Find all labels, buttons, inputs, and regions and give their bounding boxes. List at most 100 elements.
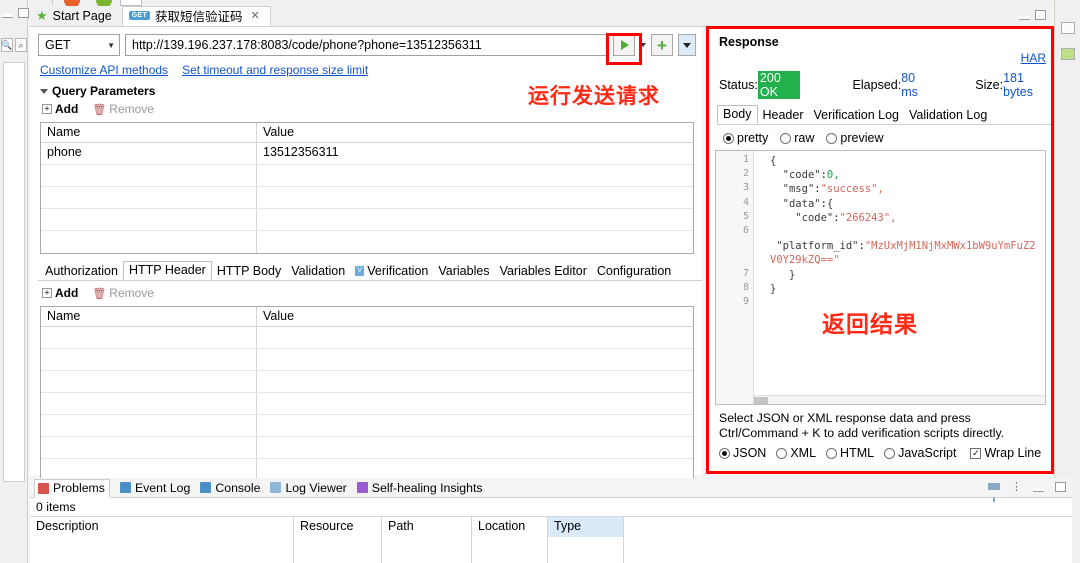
- cell-value[interactable]: [257, 437, 693, 458]
- menu-icon[interactable]: ⋮: [1011, 480, 1022, 493]
- table-row[interactable]: [41, 165, 693, 187]
- cell-name[interactable]: [41, 437, 257, 458]
- cell-name[interactable]: [41, 209, 257, 230]
- table-row[interactable]: phone 13512356311: [41, 143, 693, 165]
- link-set-timeout[interactable]: Set timeout and response size limit: [182, 63, 368, 77]
- table-row[interactable]: [41, 349, 693, 371]
- maximize-icon[interactable]: [1035, 10, 1046, 20]
- tab-body[interactable]: Body: [717, 105, 758, 124]
- minimize-icon[interactable]: [1033, 488, 1044, 492]
- cell-name[interactable]: [41, 231, 257, 253]
- radio-xml[interactable]: XML: [776, 446, 816, 460]
- cell-name[interactable]: phone: [41, 143, 257, 164]
- send-request-button[interactable]: [613, 34, 635, 56]
- column-header-path[interactable]: Path: [382, 517, 472, 537]
- add-query-param-button[interactable]: + Add: [42, 102, 78, 116]
- add-header-button[interactable]: + Add: [42, 286, 78, 300]
- tab-configuration[interactable]: Configuration: [592, 263, 676, 280]
- minimize-icon[interactable]: [1019, 16, 1030, 20]
- column-header-value[interactable]: Value: [257, 123, 693, 142]
- response-json-content[interactable]: { "code":0, "msg":"success", "data":{ "c…: [764, 151, 1045, 404]
- tab-verification-log[interactable]: Verification Log: [809, 107, 904, 124]
- cell-name[interactable]: [41, 187, 257, 208]
- minimize-icon[interactable]: [2, 14, 13, 18]
- table-row[interactable]: [41, 393, 693, 415]
- radio-preview[interactable]: preview: [826, 131, 883, 145]
- http-method-select[interactable]: GET ▼: [38, 34, 120, 56]
- cell-name[interactable]: [41, 393, 257, 414]
- column-header-type[interactable]: Type: [548, 517, 624, 537]
- radio-html[interactable]: HTML: [826, 446, 874, 460]
- cell-name[interactable]: [41, 415, 257, 436]
- close-icon[interactable]: ✕: [251, 9, 260, 22]
- radio-json[interactable]: JSON: [719, 446, 766, 460]
- scrollbar-thumb[interactable]: [754, 397, 768, 404]
- cell-value[interactable]: [257, 187, 693, 208]
- tab-self-healing-insights[interactable]: Self-healing Insights: [357, 481, 483, 495]
- column-header-description[interactable]: Description: [30, 517, 294, 537]
- table-row[interactable]: [41, 187, 693, 209]
- battery-icon[interactable]: [1061, 48, 1075, 60]
- tab-validation-log[interactable]: Validation Log: [904, 107, 992, 124]
- tab-http-body[interactable]: HTTP Body: [212, 263, 286, 280]
- radio-javascript[interactable]: JavaScript: [884, 446, 956, 460]
- link-customize-api-methods[interactable]: Customize API methods: [40, 63, 168, 77]
- cell-value[interactable]: 13512356311: [257, 143, 693, 164]
- cell-name[interactable]: [41, 371, 257, 392]
- filter-icon[interactable]: [988, 483, 1000, 490]
- tab-http-header[interactable]: HTTP Header: [123, 261, 212, 280]
- tab-problems[interactable]: Problems: [34, 479, 110, 498]
- tab-validation[interactable]: Validation: [286, 263, 350, 280]
- column-header-name[interactable]: Name: [41, 123, 257, 142]
- table-row[interactable]: [41, 437, 693, 459]
- cell-name[interactable]: [41, 327, 257, 348]
- tab-header[interactable]: Header: [758, 107, 809, 124]
- table-row[interactable]: [41, 371, 693, 393]
- maximize-icon[interactable]: [18, 8, 29, 18]
- tab-get-sms-code[interactable]: GET 获取短信验证码 ✕: [122, 6, 271, 26]
- tab-variables[interactable]: Variables: [433, 263, 494, 280]
- cell-value[interactable]: [257, 165, 693, 186]
- tab-log-viewer[interactable]: Log Viewer: [270, 481, 346, 495]
- checkbox-wrap-line[interactable]: ✓ Wrap Line: [970, 446, 1041, 460]
- copy-icon[interactable]: [1061, 22, 1075, 34]
- column-header-location[interactable]: Location: [472, 517, 548, 537]
- tab-start-page[interactable]: ★ Start Page: [30, 6, 122, 26]
- radio-raw[interactable]: raw: [780, 131, 814, 145]
- horizontal-scrollbar[interactable]: [754, 395, 1045, 404]
- send-options-chevron-icon[interactable]: [640, 43, 646, 47]
- table-row[interactable]: [41, 415, 693, 437]
- har-link[interactable]: HAR: [1021, 51, 1046, 65]
- zoom-search-icon[interactable]: ⌕: [15, 38, 27, 52]
- column-header-value[interactable]: Value: [257, 307, 693, 326]
- left-panel-tool-icons[interactable]: 🔍 ⌕: [1, 38, 27, 52]
- remove-query-param-button[interactable]: 🗑 Remove: [92, 102, 154, 116]
- url-input[interactable]: http://139.196.237.178:8083/code/phone?p…: [125, 34, 608, 56]
- table-row[interactable]: [41, 209, 693, 231]
- radio-pretty[interactable]: pretty: [723, 131, 768, 145]
- cell-value[interactable]: [257, 349, 693, 370]
- tab-authorization[interactable]: Authorization: [40, 263, 123, 280]
- response-body-editor[interactable]: 1 2 3 4 5 6 7 8 9 { "code":0, "msg":"suc…: [715, 150, 1046, 405]
- column-header-resource[interactable]: Resource: [294, 517, 382, 537]
- add-request-button[interactable]: +: [651, 34, 673, 56]
- maximize-icon[interactable]: [1055, 482, 1066, 492]
- cell-value[interactable]: [257, 371, 693, 392]
- cell-value[interactable]: [257, 209, 693, 230]
- cell-value[interactable]: [257, 231, 693, 253]
- cell-name[interactable]: [41, 349, 257, 370]
- add-options-dropdown[interactable]: [678, 34, 696, 56]
- search-icon[interactable]: 🔍: [1, 38, 13, 52]
- cell-value[interactable]: [257, 327, 693, 348]
- editor-window-buttons[interactable]: [1019, 10, 1046, 20]
- table-row[interactable]: [41, 327, 693, 349]
- cell-value[interactable]: [257, 415, 693, 436]
- remove-header-button[interactable]: 🗑 Remove: [92, 286, 154, 300]
- tab-verification[interactable]: V Verification: [350, 263, 433, 280]
- tab-console[interactable]: Console: [200, 481, 260, 495]
- left-panel-window-buttons[interactable]: [2, 8, 29, 18]
- tab-event-log[interactable]: Event Log: [120, 481, 190, 495]
- cell-name[interactable]: [41, 165, 257, 186]
- tab-variables-editor[interactable]: Variables Editor: [495, 263, 592, 280]
- cell-value[interactable]: [257, 393, 693, 414]
